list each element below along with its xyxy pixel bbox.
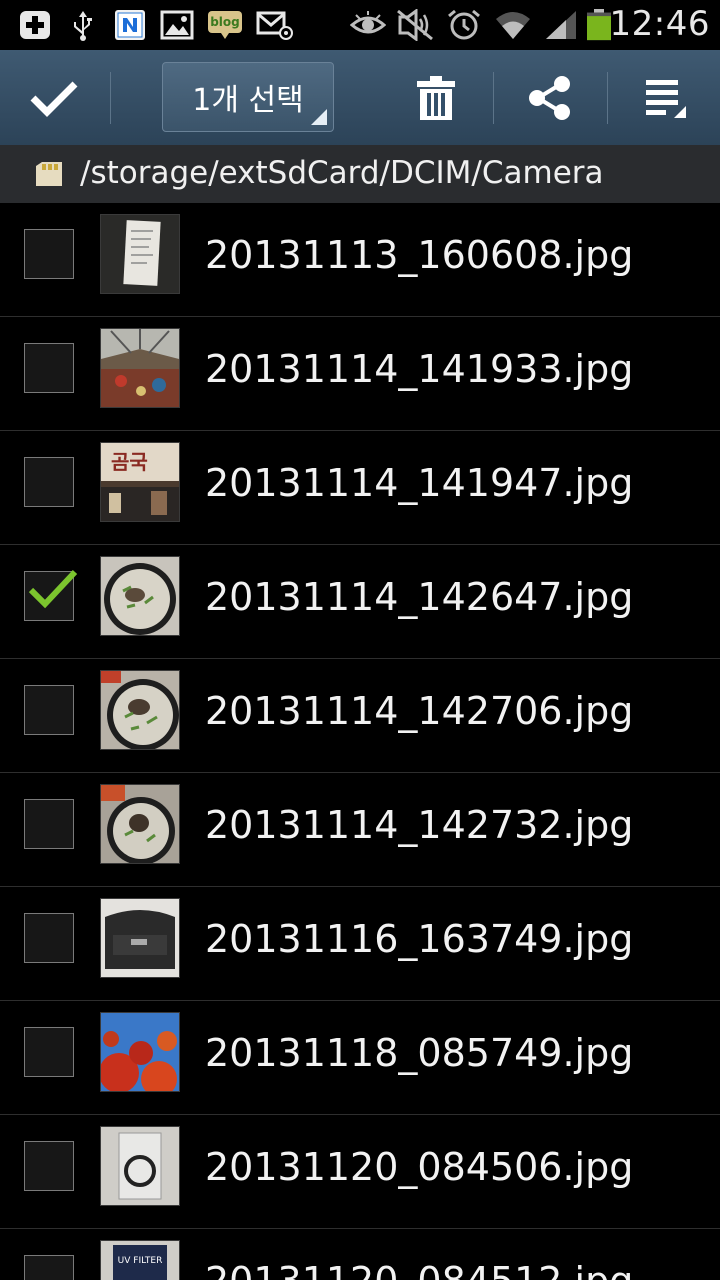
action-bar-divider	[493, 72, 494, 124]
menu-icon	[646, 79, 686, 118]
file-checkbox[interactable]	[24, 229, 74, 279]
file-thumbnail	[100, 214, 180, 294]
menu-button[interactable]	[620, 50, 710, 145]
file-name: 20131114_141933.jpg	[205, 347, 634, 391]
file-checkbox[interactable]	[24, 343, 74, 393]
status-time: 12:46	[609, 4, 710, 44]
file-checkbox[interactable]	[24, 1255, 74, 1280]
file-name: 20131116_163749.jpg	[205, 917, 634, 961]
signal-icon	[546, 11, 576, 39]
delete-button[interactable]	[392, 50, 480, 145]
file-row[interactable]: 20131114_142706.jpg	[0, 659, 720, 773]
file-row[interactable]: 20131116_163749.jpg	[0, 887, 720, 1001]
file-name: 20131120_084512.jpg	[205, 1259, 633, 1280]
file-checkbox-checked[interactable]	[24, 569, 78, 621]
svg-text:UV FILTER: UV FILTER	[118, 1256, 163, 1266]
file-row[interactable]: 20131120_084506.jpg	[0, 1115, 720, 1229]
status-bar: blog 12:46	[0, 0, 720, 50]
file-thumbnail	[100, 1126, 180, 1206]
file-name: 20131114_142732.jpg	[205, 803, 634, 847]
file-thumbnail	[100, 784, 180, 864]
file-row[interactable]: 20131114_142732.jpg	[0, 773, 720, 887]
file-list[interactable]: 20131113_160608.jpg 20131114_141933.jpg	[0, 203, 720, 1280]
naver-icon	[115, 10, 145, 40]
selection-count-label: 1개 선택	[192, 83, 304, 118]
usb-icon	[74, 11, 92, 41]
file-name: 20131114_142647.jpg	[205, 575, 634, 619]
file-checkbox[interactable]	[24, 457, 74, 507]
file-thumbnail: UV FILTER	[100, 1240, 180, 1280]
file-checkbox[interactable]	[24, 1027, 74, 1077]
email-icon	[256, 11, 293, 40]
share-icon	[529, 75, 570, 120]
file-name: 20131114_141947.jpg	[205, 461, 634, 505]
gallery-icon	[160, 10, 194, 40]
file-thumbnail: 곰국	[100, 442, 180, 522]
file-row[interactable]: 20131113_160608.jpg	[0, 203, 720, 317]
wifi-icon	[496, 12, 530, 39]
trash-icon	[417, 75, 455, 120]
file-thumbnail	[100, 328, 180, 408]
mute-icon	[397, 9, 433, 41]
file-name: 20131120_084506.jpg	[205, 1145, 634, 1189]
checkmark-icon	[28, 569, 78, 609]
plus-icon	[20, 11, 50, 39]
file-checkbox[interactable]	[24, 685, 74, 735]
file-name: 20131118_085749.jpg	[205, 1031, 634, 1075]
file-row[interactable]: 20131118_085749.jpg	[0, 1001, 720, 1115]
file-checkbox[interactable]	[24, 1141, 74, 1191]
dropdown-indicator-icon	[311, 109, 327, 125]
check-icon	[30, 81, 78, 117]
svg-text:곰국: 곰국	[111, 450, 148, 474]
action-bar-divider	[607, 72, 608, 124]
file-name: 20131113_160608.jpg	[205, 233, 634, 277]
file-thumbnail	[100, 670, 180, 750]
battery-icon	[587, 9, 611, 41]
svg-text:blog: blog	[210, 15, 240, 29]
blog-icon: blog	[208, 11, 242, 39]
file-thumbnail	[100, 1012, 180, 1092]
file-thumbnail	[100, 556, 180, 636]
file-row[interactable]: 곰국 20131114_141947.jpg	[0, 431, 720, 545]
file-checkbox[interactable]	[24, 913, 74, 963]
file-row[interactable]: 20131114_142647.jpg	[0, 545, 720, 659]
selection-count-dropdown[interactable]: 1개 선택	[162, 62, 334, 132]
share-button[interactable]	[505, 50, 595, 145]
action-bar: 1개 선택	[0, 50, 720, 145]
file-checkbox[interactable]	[24, 799, 74, 849]
sd-card-icon	[36, 162, 62, 186]
done-button[interactable]	[0, 50, 108, 145]
screen: blog 12:46 1개 선택 /storage/extSdCard/DCIM…	[0, 0, 720, 1280]
file-row[interactable]: 20131114_141933.jpg	[0, 317, 720, 431]
path-bar: /storage/extSdCard/DCIM/Camera	[0, 145, 720, 203]
action-bar-divider	[110, 72, 111, 124]
alarm-icon	[448, 9, 480, 40]
eye-icon	[350, 11, 386, 34]
file-name: 20131114_142706.jpg	[205, 689, 634, 733]
file-thumbnail	[100, 898, 180, 978]
current-path: /storage/extSdCard/DCIM/Camera	[80, 155, 604, 191]
file-row[interactable]: UV FILTER 20131120_084512.jpg	[0, 1229, 720, 1280]
